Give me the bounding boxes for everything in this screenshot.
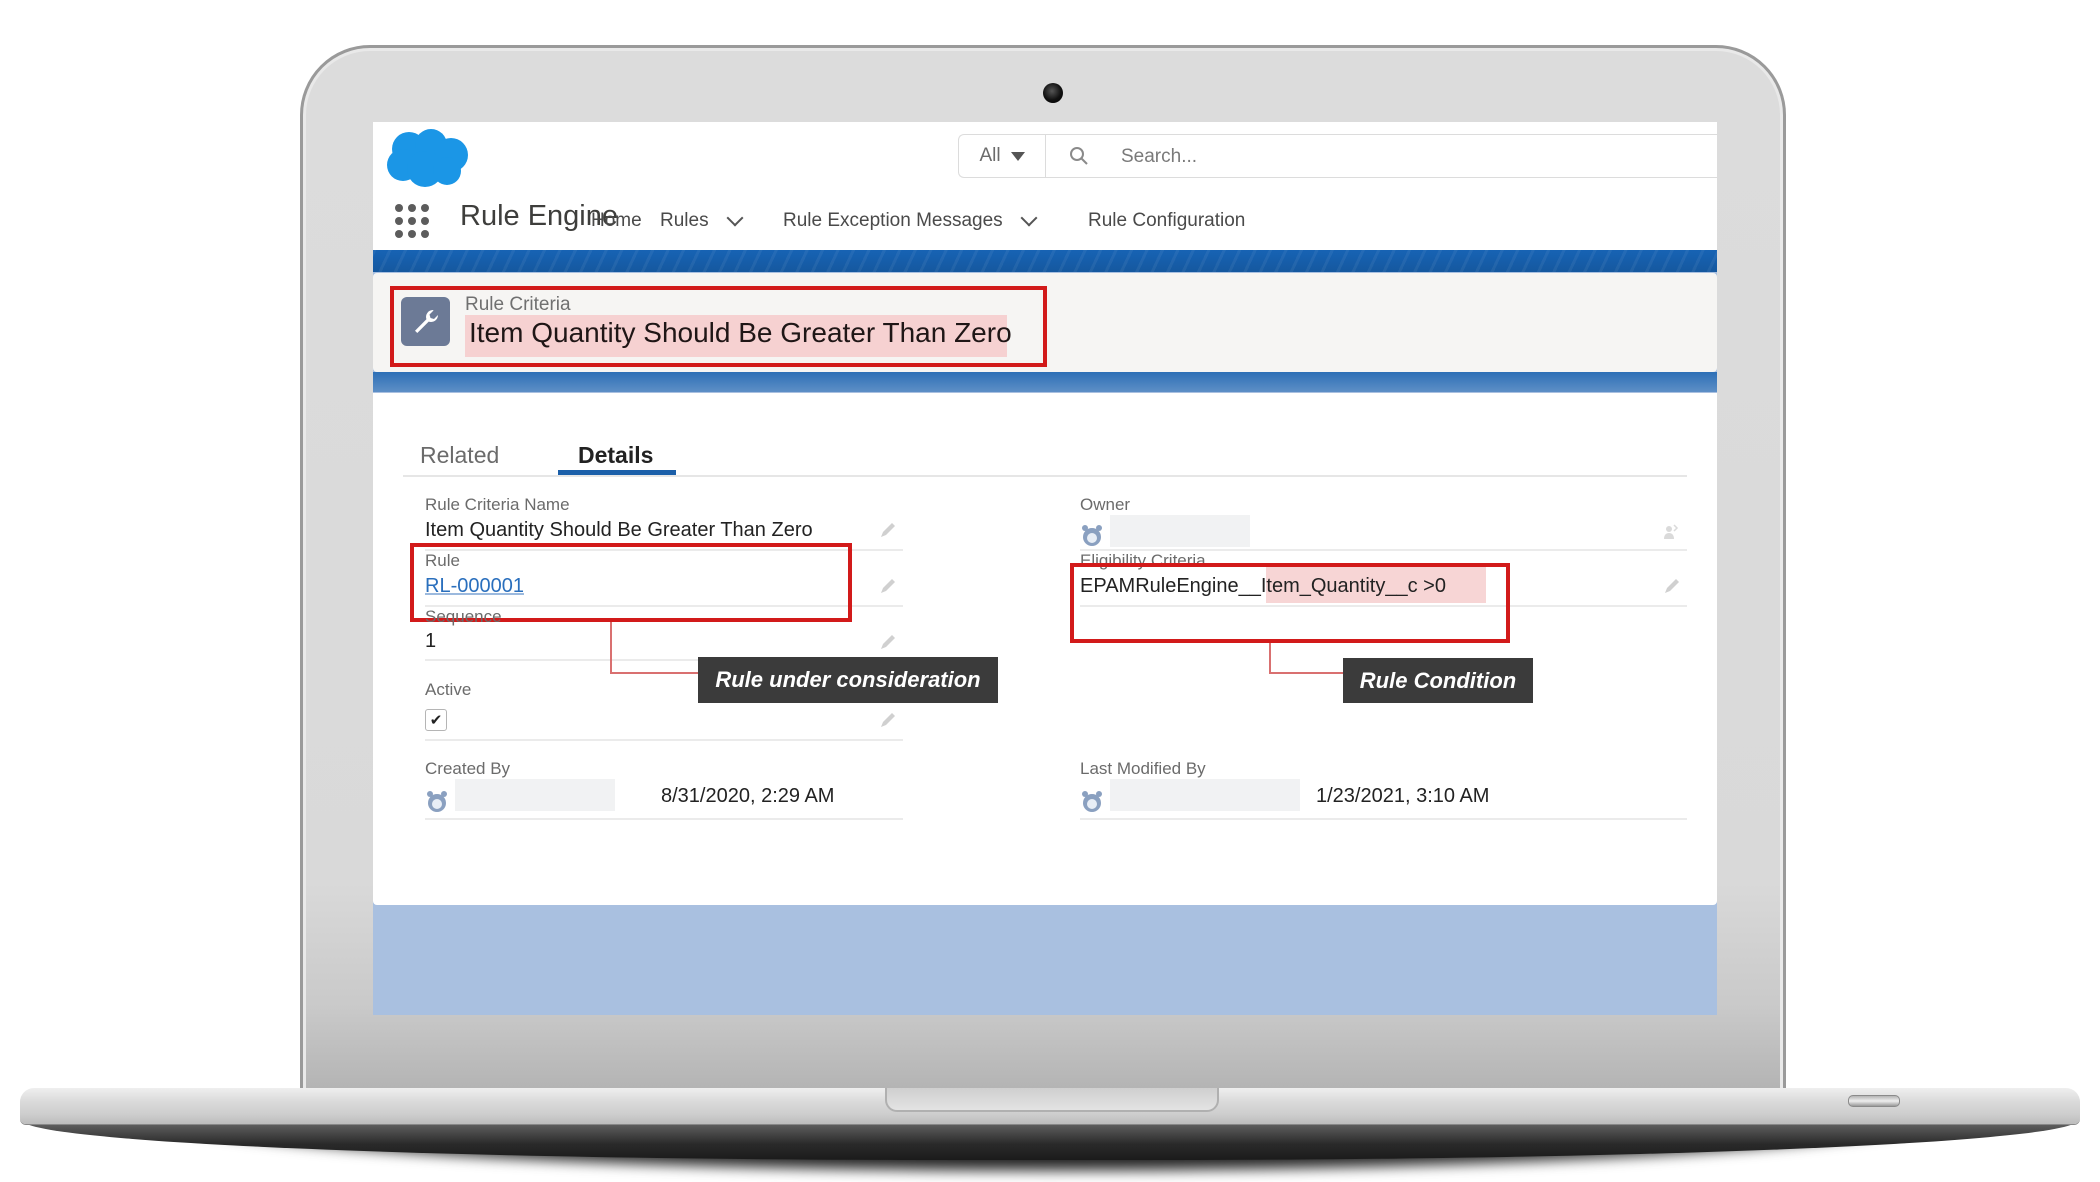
field-value-sequence: 1 bbox=[425, 630, 437, 652]
field-value-rule-criteria-name: Item Quantity Should Be Greater Than Zer… bbox=[425, 519, 813, 541]
callout-rule-under-consideration: Rule under consideration bbox=[698, 657, 998, 703]
tab-divider bbox=[403, 475, 1687, 477]
laptop-indicator-light bbox=[1848, 1095, 1900, 1107]
nav-item-home[interactable]: Home bbox=[591, 210, 642, 232]
laptop-screen: All Rule Engine Home Rules Rule Exceptio… bbox=[373, 122, 1717, 1015]
user-avatar-icon bbox=[427, 791, 447, 812]
nav-item-label: Rule Exception Messages bbox=[783, 210, 1003, 231]
header-band bbox=[373, 250, 1717, 272]
active-checkbox[interactable]: ✔ bbox=[425, 709, 447, 731]
nav-item-label: Rule Configuration bbox=[1088, 210, 1246, 231]
last-modified-by-name-redacted[interactable] bbox=[1110, 779, 1300, 811]
edit-pencil-icon[interactable] bbox=[879, 521, 897, 539]
nav-item-label: Rules bbox=[660, 210, 709, 231]
laptop-base-underside bbox=[22, 1120, 2078, 1160]
laptop-hinge-notch bbox=[885, 1088, 1219, 1112]
nav-item-rule-exception-messages[interactable]: Rule Exception Messages bbox=[783, 209, 1038, 232]
search-scope-dropdown[interactable]: All bbox=[959, 135, 1046, 177]
callout-connector-condition bbox=[1269, 643, 1343, 674]
tab-related[interactable]: Related bbox=[420, 442, 499, 469]
record-details-card: Related Details Rule Criteria Name Item … bbox=[373, 393, 1717, 905]
search-input[interactable] bbox=[1119, 139, 1683, 175]
field-label-sequence: Sequence bbox=[425, 607, 502, 626]
user-avatar-icon bbox=[1082, 791, 1102, 812]
salesforce-cloud-logo[interactable] bbox=[383, 127, 471, 189]
header-band-lower bbox=[373, 372, 1717, 392]
nav-item-rule-configuration[interactable]: Rule Configuration bbox=[1088, 210, 1245, 232]
global-header: All Rule Engine Home Rules Rule Exceptio… bbox=[373, 122, 1717, 250]
nav-item-rules[interactable]: Rules bbox=[660, 209, 744, 232]
callout-connector-rule bbox=[610, 622, 699, 674]
field-divider bbox=[425, 739, 903, 741]
callout-rule-condition: Rule Condition bbox=[1343, 658, 1533, 703]
record-header: Rule Criteria Item Quantity Should Be Gr… bbox=[373, 273, 1717, 372]
chevron-down-icon[interactable] bbox=[1020, 209, 1038, 227]
global-search: All bbox=[958, 134, 1717, 178]
change-owner-icon[interactable] bbox=[1661, 523, 1679, 541]
field-value-created-date: 8/31/2020, 2:29 AM bbox=[661, 785, 835, 807]
owner-name-redacted[interactable] bbox=[1110, 515, 1250, 547]
checkmark-icon: ✔ bbox=[429, 712, 443, 729]
caret-down-icon bbox=[1010, 151, 1025, 161]
field-value-last-modified-date: 1/23/2021, 3:10 AM bbox=[1316, 785, 1490, 807]
search-scope-label: All bbox=[979, 145, 1001, 166]
field-label-active: Active bbox=[425, 680, 472, 699]
field-divider bbox=[425, 818, 903, 820]
search-icon bbox=[1070, 147, 1088, 165]
edit-pencil-icon[interactable] bbox=[879, 577, 897, 595]
tab-details[interactable]: Details bbox=[578, 442, 653, 469]
app-launcher-icon[interactable] bbox=[395, 204, 429, 238]
field-divider bbox=[1080, 818, 1687, 820]
eligibility-highlight-box bbox=[1070, 563, 1510, 643]
edit-pencil-icon[interactable] bbox=[1663, 577, 1681, 595]
edit-pencil-icon[interactable] bbox=[879, 711, 897, 729]
field-label-owner: Owner bbox=[1080, 495, 1131, 514]
field-label-created-by: Created By bbox=[425, 759, 511, 778]
webcam bbox=[1043, 83, 1063, 103]
nav-item-label: Home bbox=[591, 210, 642, 231]
created-by-name-redacted[interactable] bbox=[455, 779, 615, 811]
field-label-last-modified-by: Last Modified By bbox=[1080, 759, 1206, 778]
chevron-down-icon[interactable] bbox=[726, 209, 744, 227]
field-label-rule-criteria-name: Rule Criteria Name bbox=[425, 495, 570, 514]
edit-pencil-icon[interactable] bbox=[879, 633, 897, 651]
user-avatar-icon bbox=[1082, 525, 1102, 546]
title-highlight-box bbox=[390, 286, 1047, 367]
